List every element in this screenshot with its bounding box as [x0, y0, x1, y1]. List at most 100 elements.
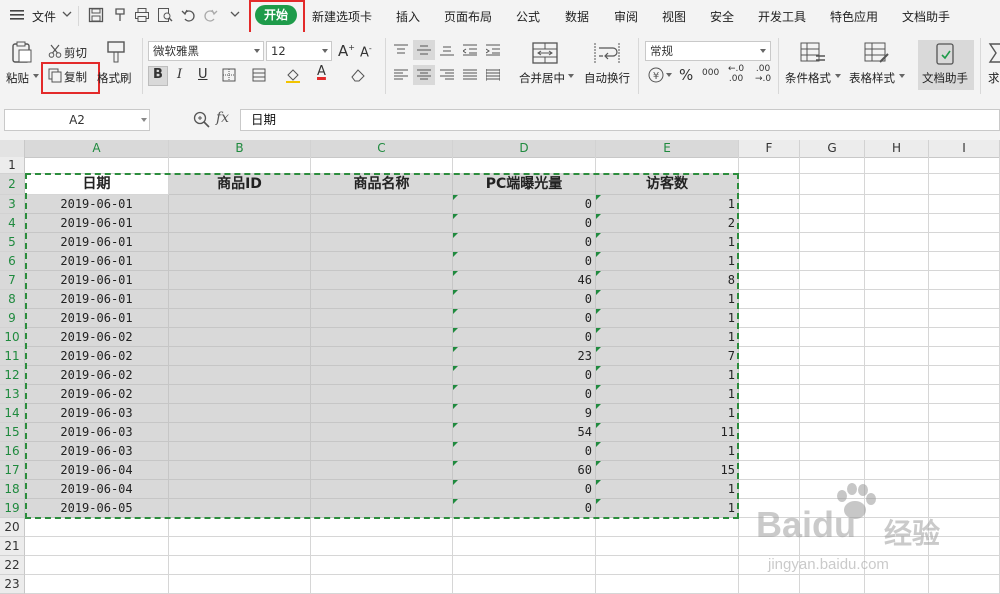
row-header-8[interactable]: 8	[0, 290, 25, 309]
cell-g6[interactable]	[800, 252, 865, 271]
cell-b20[interactable]	[169, 518, 311, 537]
cell-i5[interactable]	[929, 233, 1000, 252]
column-header-b[interactable]: B	[169, 140, 311, 157]
zoom-search-icon[interactable]	[193, 111, 210, 128]
align-middle-icon[interactable]	[417, 44, 431, 56]
scissors-icon[interactable]	[48, 44, 62, 58]
hamburger-menu-icon[interactable]	[10, 9, 24, 21]
tab-view[interactable]: 视图	[662, 8, 686, 25]
increase-decimal-icon[interactable]: ←.0.00	[728, 64, 744, 84]
table-style-button[interactable]: 表格样式	[849, 70, 895, 86]
format-painter-small-icon[interactable]	[112, 7, 128, 23]
row-header-21[interactable]: 21	[0, 537, 25, 556]
cell-i10[interactable]	[929, 328, 1000, 347]
justify-icon[interactable]	[463, 69, 477, 81]
cell-d20[interactable]	[453, 518, 596, 537]
cell-g16[interactable]	[800, 442, 865, 461]
cell-h10[interactable]	[865, 328, 929, 347]
table-style-icon[interactable]	[864, 42, 890, 64]
currency-icon[interactable]: ¥	[648, 67, 664, 83]
copy-icon[interactable]	[48, 68, 62, 83]
merge-dropdown-icon[interactable]	[568, 74, 574, 78]
cell-d21[interactable]	[453, 537, 596, 556]
row-header-4[interactable]: 4	[0, 214, 25, 233]
cell-f8[interactable]	[739, 290, 800, 309]
row-header-5[interactable]: 5	[0, 233, 25, 252]
column-header-g[interactable]: G	[800, 140, 865, 157]
cell-f7[interactable]	[739, 271, 800, 290]
cell-a23[interactable]	[25, 575, 169, 594]
cell-g12[interactable]	[800, 366, 865, 385]
cell-h12[interactable]	[865, 366, 929, 385]
tab-formulas[interactable]: 公式	[516, 8, 540, 25]
row-header-3[interactable]: 3	[0, 195, 25, 214]
decrease-decimal-icon[interactable]: .00 →.0	[755, 64, 771, 84]
doc-assistant-button[interactable]: 文档助手	[922, 70, 968, 86]
cell-f5[interactable]	[739, 233, 800, 252]
row-header-9[interactable]: 9	[0, 309, 25, 328]
select-all-corner[interactable]	[0, 140, 25, 157]
column-header-c[interactable]: C	[311, 140, 453, 157]
cell-c20[interactable]	[311, 518, 453, 537]
cell-g14[interactable]	[800, 404, 865, 423]
tab-security[interactable]: 安全	[710, 8, 734, 25]
cell-i17[interactable]	[929, 461, 1000, 480]
align-left-icon[interactable]	[394, 69, 408, 81]
cell-g9[interactable]	[800, 309, 865, 328]
column-header-e[interactable]: E	[596, 140, 739, 157]
align-right-icon[interactable]	[440, 69, 454, 81]
column-header-f[interactable]: F	[739, 140, 800, 157]
tab-start[interactable]: 开始	[255, 5, 297, 25]
row-header-2[interactable]: 2	[0, 174, 25, 195]
cell-h2[interactable]	[865, 174, 929, 195]
cell-g17[interactable]	[800, 461, 865, 480]
cell-c21[interactable]	[311, 537, 453, 556]
cell-f3[interactable]	[739, 195, 800, 214]
currency-dropdown-icon[interactable]	[666, 73, 672, 77]
cell-h1[interactable]	[865, 157, 929, 174]
cell-g7[interactable]	[800, 271, 865, 290]
cell-f11[interactable]	[739, 347, 800, 366]
font-color-icon[interactable]: A	[317, 64, 326, 79]
cell-d23[interactable]	[453, 575, 596, 594]
cell-i15[interactable]	[929, 423, 1000, 442]
cell-e1[interactable]	[596, 157, 739, 174]
cell-h8[interactable]	[865, 290, 929, 309]
cell-a1[interactable]	[25, 157, 169, 174]
cell-h11[interactable]	[865, 347, 929, 366]
increase-indent-icon[interactable]	[486, 44, 500, 56]
cell-b21[interactable]	[169, 537, 311, 556]
cell-h4[interactable]	[865, 214, 929, 233]
formula-input[interactable]: 日期	[240, 109, 1000, 131]
cell-h7[interactable]	[865, 271, 929, 290]
cell-g4[interactable]	[800, 214, 865, 233]
column-header-h[interactable]: H	[865, 140, 929, 157]
cut-button[interactable]: 剪切	[64, 45, 87, 61]
underline-button[interactable]: U	[198, 67, 208, 82]
undo-icon[interactable]	[181, 8, 195, 22]
cell-f6[interactable]	[739, 252, 800, 271]
cell-b1[interactable]	[169, 157, 311, 174]
font-name-dropdown-icon[interactable]	[254, 49, 260, 53]
cell-i14[interactable]	[929, 404, 1000, 423]
tab-doc-assistant[interactable]: 文档助手	[902, 8, 950, 25]
cell-f15[interactable]	[739, 423, 800, 442]
doc-assistant-icon[interactable]	[936, 43, 956, 65]
font-size-dropdown-icon[interactable]	[322, 49, 328, 53]
conditional-format-dropdown-icon[interactable]	[835, 74, 841, 78]
percent-button[interactable]: %	[679, 66, 693, 84]
tab-page-layout[interactable]: 页面布局	[444, 8, 492, 25]
border-icon[interactable]	[222, 68, 236, 82]
cell-c23[interactable]	[311, 575, 453, 594]
wrap-text-icon[interactable]	[594, 42, 620, 64]
row-header-23[interactable]: 23	[0, 575, 25, 594]
cell-g1[interactable]	[800, 157, 865, 174]
cell-i11[interactable]	[929, 347, 1000, 366]
row-header-16[interactable]: 16	[0, 442, 25, 461]
number-format-combo[interactable]: 常规	[645, 41, 771, 61]
cell-g3[interactable]	[800, 195, 865, 214]
thousands-separator-button[interactable]: 000	[702, 68, 719, 78]
row-header-10[interactable]: 10	[0, 328, 25, 347]
quick-access-dropdown-icon[interactable]	[230, 11, 240, 19]
merge-center-button[interactable]: 合并居中	[519, 70, 565, 86]
